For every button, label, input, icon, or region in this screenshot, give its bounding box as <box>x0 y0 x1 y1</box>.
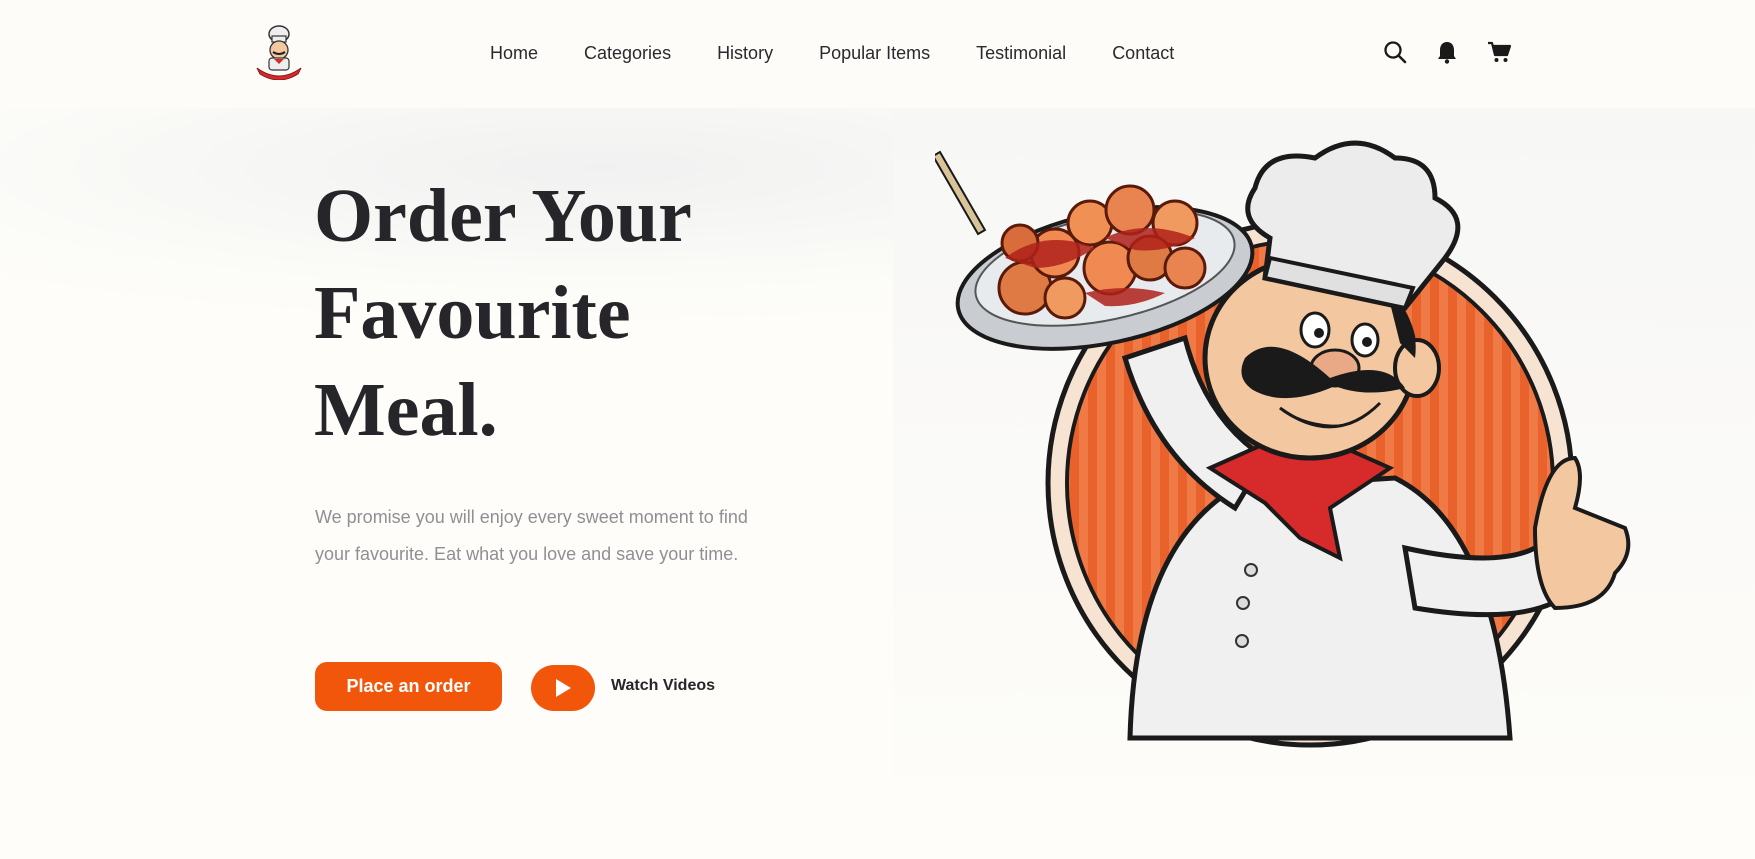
headline-line-1: Order Your <box>314 174 692 258</box>
headline-line-3: Meal. <box>314 368 498 452</box>
cart-icon[interactable] <box>1487 40 1511 64</box>
hero-headline: Order Your Favourite Meal. <box>314 168 834 459</box>
nav-link-history[interactable]: History <box>717 42 773 64</box>
hero-subtitle: We promise you will enjoy every sweet mo… <box>315 507 748 564</box>
play-icon <box>556 679 571 697</box>
nav-icons <box>1383 40 1511 64</box>
watch-videos-label[interactable]: Watch Videos <box>611 677 715 695</box>
navbar: Home Categories History Popular Items Te… <box>0 0 1755 108</box>
place-order-button[interactable]: Place an order <box>315 662 502 711</box>
watch-videos-play-button[interactable] <box>531 665 595 711</box>
chef-illustration <box>935 140 1631 748</box>
headline-line-2: Favourite <box>314 271 631 355</box>
search-icon[interactable] <box>1383 40 1407 64</box>
nav-link-home[interactable]: Home <box>490 42 538 64</box>
nav-link-categories[interactable]: Categories <box>584 42 671 64</box>
nav-link-popular-items[interactable]: Popular Items <box>819 42 930 64</box>
nav-link-testimonial[interactable]: Testimonial <box>976 42 1066 64</box>
bell-icon[interactable] <box>1435 40 1459 64</box>
chef-logo[interactable] <box>254 22 304 80</box>
nav-links: Home Categories History Popular Items Te… <box>490 42 1220 64</box>
nav-link-contact[interactable]: Contact <box>1112 42 1174 64</box>
